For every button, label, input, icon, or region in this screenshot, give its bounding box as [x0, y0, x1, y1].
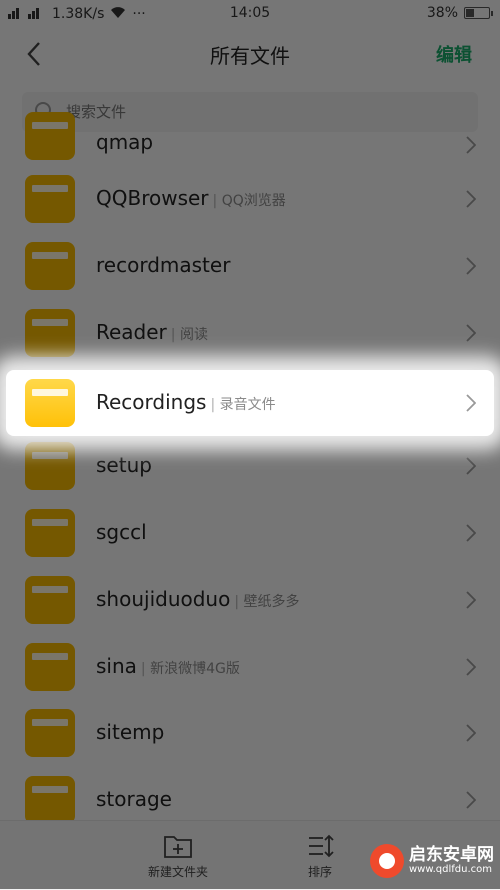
file-name: Recordings	[96, 390, 207, 414]
chevron-right-icon	[466, 724, 476, 743]
page-title: 所有文件	[210, 44, 290, 68]
file-note: 录音文件	[210, 397, 275, 413]
file-note: QQ浏览器	[213, 193, 286, 209]
list-item-shoujiduoduo[interactable]: shoujiduoduo壁纸多多	[0, 567, 500, 634]
file-note: 壁纸多多	[234, 594, 299, 610]
watermark-logo-icon	[370, 844, 404, 878]
list-item-reader[interactable]: Reader阅读	[0, 300, 500, 367]
chevron-right-icon	[466, 190, 476, 208]
file-note: 新浪微博4G版	[141, 661, 240, 677]
folder-icon	[25, 776, 75, 825]
folder-icon	[25, 308, 75, 357]
battery-fill	[466, 9, 474, 17]
file-name: sitemp	[96, 720, 165, 745]
list-item-setup[interactable]: setup	[0, 433, 500, 500]
file-name: sina	[96, 653, 137, 678]
list-item-sina[interactable]: sina新浪微博4G版	[0, 634, 500, 701]
chevron-right-icon	[466, 657, 476, 676]
list-item-recordings-highlighted[interactable]: Recordings录音文件	[6, 370, 494, 436]
file-name: storage	[96, 787, 172, 812]
folder-icon	[25, 642, 75, 691]
file-name: QQBrowser	[96, 186, 209, 210]
folder-icon	[25, 241, 75, 290]
file-name: sgccl	[96, 519, 147, 544]
chevron-right-icon	[466, 136, 476, 154]
list-item-sgccl[interactable]: sgccl	[0, 500, 500, 567]
folder-icon	[25, 442, 75, 491]
nav-bar: 所有文件 编辑	[0, 28, 500, 82]
file-name: setup	[96, 453, 152, 478]
watermark-text: 启东安卓网 www.qdlfdu.com	[409, 846, 494, 876]
chevron-right-icon	[466, 394, 476, 412]
edit-button[interactable]: 编辑	[436, 41, 472, 67]
file-name-with-note: sina新浪微博4G版	[96, 654, 240, 678]
watermark-title: 启东安卓网	[409, 845, 494, 865]
list-item-qqbrowser[interactable]: QQBrowserQQ浏览器	[0, 166, 500, 233]
battery-icon	[464, 7, 493, 19]
status-right: 38%	[426, 5, 493, 21]
sort-icon	[309, 834, 334, 858]
battery-percent: 38%	[426, 5, 458, 21]
file-list: qmap QQBrowserQQ浏览器 recordmaster Reader阅…	[0, 112, 500, 834]
file-name-with-note: Recordings录音文件	[96, 390, 276, 414]
file-name-with-note: QQBrowserQQ浏览器	[96, 186, 286, 210]
sort-button[interactable]: 排序	[280, 833, 360, 880]
chevron-right-icon	[466, 257, 476, 275]
file-name: shoujiduoduo	[96, 586, 231, 611]
new-folder-button[interactable]: 新建文件夹	[138, 833, 218, 880]
folder-icon	[25, 508, 75, 557]
folder-icon	[25, 709, 75, 758]
new-folder-label: 新建文件夹	[147, 865, 208, 879]
watermark-url: www.qdlfdu.com	[409, 864, 493, 875]
chevron-right-icon	[466, 524, 476, 542]
file-name: Reader	[96, 319, 167, 344]
file-name-with-note: Reader阅读	[96, 320, 208, 344]
folder-icon	[25, 175, 75, 223]
watermark: 启东安卓网 www.qdlfdu.com	[370, 841, 494, 881]
file-name: qmap	[96, 130, 154, 154]
chevron-right-icon	[466, 791, 476, 809]
chevron-right-icon	[466, 591, 476, 609]
folder-icon	[25, 379, 75, 427]
search-input[interactable]	[64, 102, 428, 122]
list-item-qmap[interactable]: qmap	[0, 112, 500, 166]
status-time: 14:05	[229, 5, 271, 21]
sort-label: 排序	[307, 865, 332, 879]
folder-icon	[25, 112, 75, 160]
search-bar[interactable]	[22, 92, 478, 132]
file-note: 阅读	[171, 327, 208, 343]
status-bar: 1.38K/s ··· 14:05 38%	[0, 0, 500, 28]
chevron-right-icon	[466, 457, 476, 475]
list-item-sitemp[interactable]: sitemp	[0, 700, 500, 767]
file-name: recordmaster	[96, 252, 231, 277]
chevron-right-icon	[466, 323, 476, 342]
file-name-with-note: shoujiduoduo壁纸多多	[96, 587, 300, 611]
list-item-recordmaster[interactable]: recordmaster	[0, 233, 500, 300]
folder-icon	[25, 575, 75, 624]
new-folder-icon	[164, 836, 192, 858]
